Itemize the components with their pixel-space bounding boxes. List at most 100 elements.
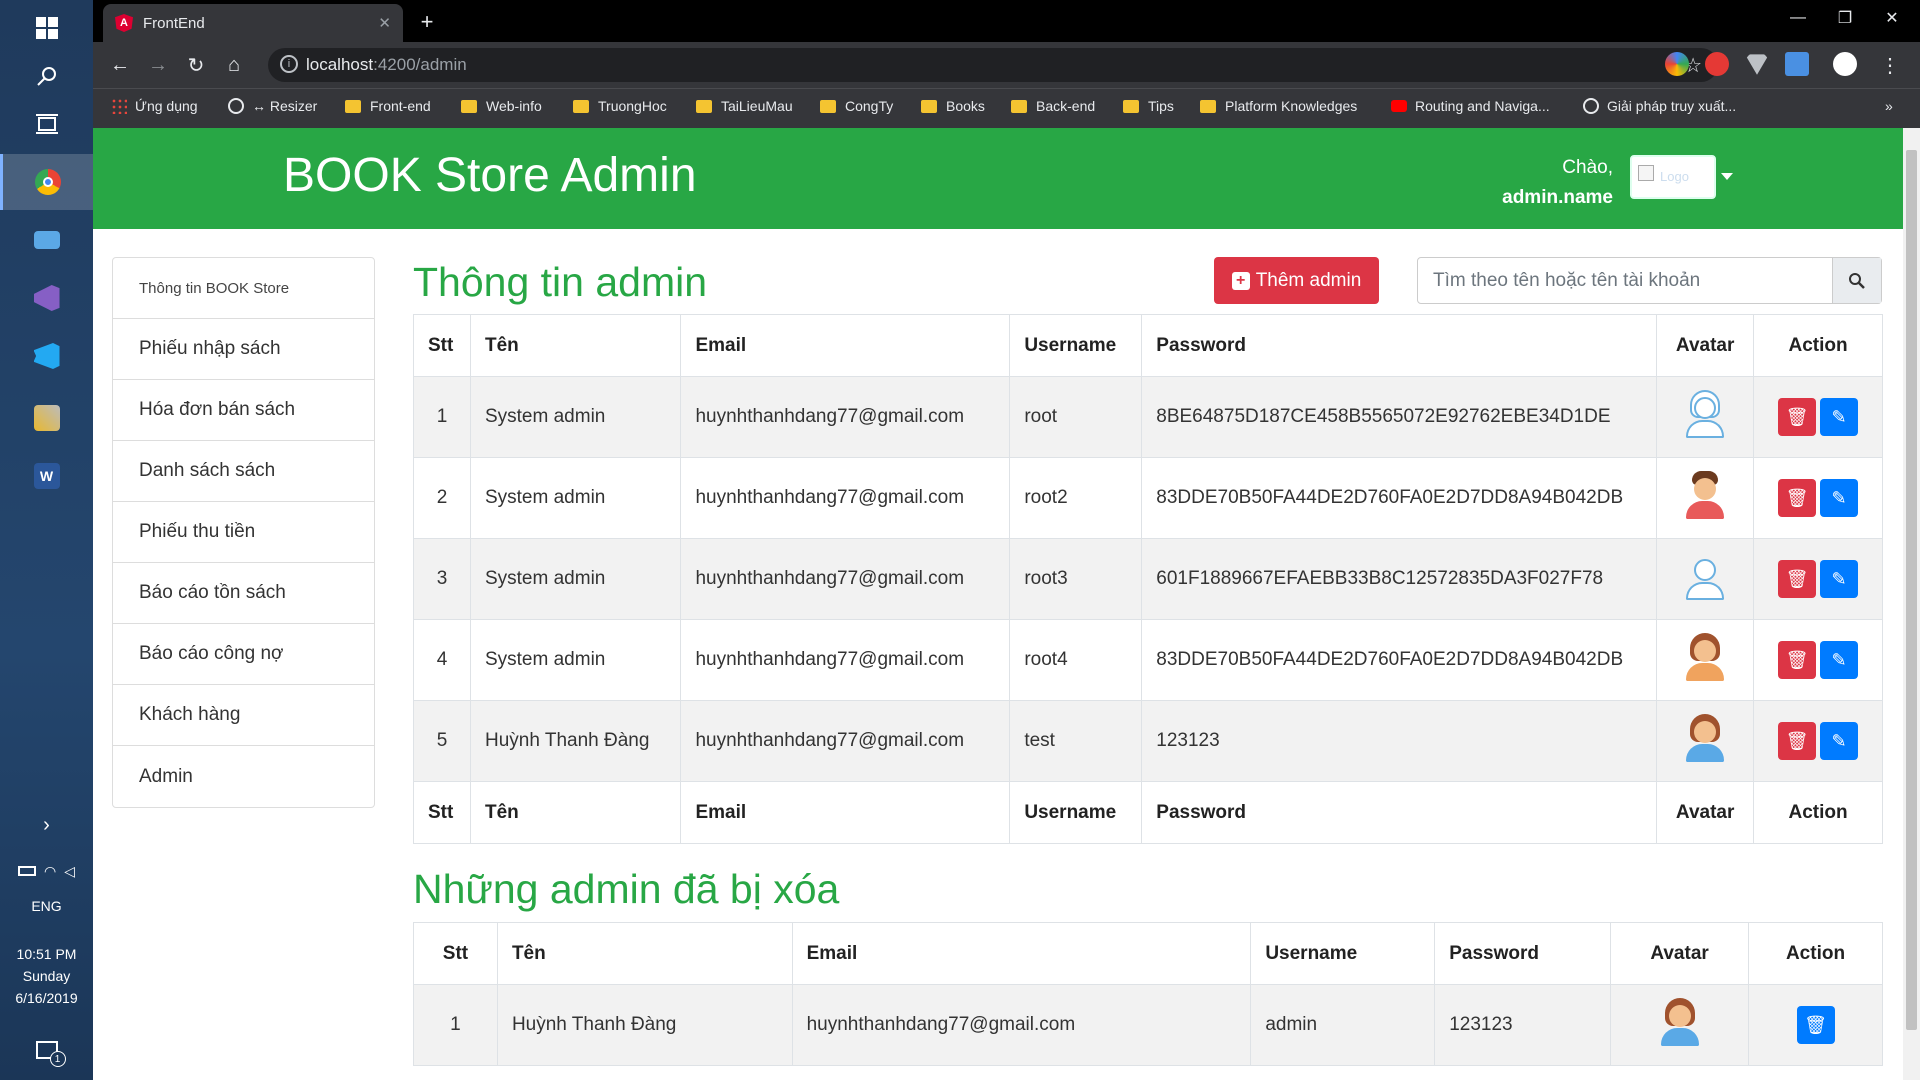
search-input[interactable] — [1418, 258, 1832, 303]
vscode-icon[interactable] — [0, 328, 93, 384]
edit-button[interactable]: ✎ — [1820, 560, 1859, 598]
translate-icon[interactable] — [1785, 52, 1809, 76]
column-header[interactable]: Action — [1748, 922, 1883, 985]
delete-button[interactable]: 🗑 — [1778, 560, 1817, 598]
task-view-icon[interactable] — [0, 96, 93, 152]
folder-icon — [1123, 99, 1139, 113]
sidebar-item-store-info[interactable]: Thông tin BOOK Store — [113, 258, 374, 319]
search-button[interactable] — [1832, 258, 1881, 303]
bookmark-youtube[interactable]: Routing and Naviga... — [1391, 98, 1550, 114]
column-header[interactable]: Password — [1141, 314, 1658, 377]
sidebar-item-import-receipts[interactable]: Phiếu nhập sách — [113, 319, 374, 380]
column-footer: Action — [1753, 781, 1883, 844]
system-tray[interactable]: ◠ ◁ — [0, 856, 93, 886]
sidebar-item-payment-receipts[interactable]: Phiếu thu tiền — [113, 502, 374, 563]
table-row: 1 System admin huynhthanhdang77@gmail.co… — [413, 376, 1883, 458]
column-header[interactable]: Stt — [413, 922, 498, 985]
column-header[interactable]: Action — [1753, 314, 1883, 377]
column-header[interactable]: Avatar — [1610, 922, 1750, 985]
female-brown-hair-avatar-icon — [1684, 633, 1726, 681]
bookmark-folder[interactable]: TaiLieuMau — [696, 98, 793, 114]
female-brown-hair-avatar-icon — [1684, 714, 1726, 762]
page-title: Thông tin admin — [413, 259, 708, 305]
reload-button[interactable]: ↻ — [181, 50, 211, 80]
address-bar[interactable]: i localhost:4200/admin ☆ — [268, 48, 1718, 82]
user-avatar-dropdown[interactable]: Logo — [1630, 155, 1716, 199]
extension-v-icon[interactable] — [1745, 54, 1769, 75]
bookmark-folder[interactable]: Platform Knowledges — [1200, 98, 1357, 114]
chevron-right-icon[interactable]: › — [0, 810, 93, 840]
page-scrollbar[interactable] — [1903, 128, 1920, 1080]
sidebar-item-debt-report[interactable]: Báo cáo công nợ — [113, 624, 374, 685]
sidebar-item-stock-report[interactable]: Báo cáo tồn sách — [113, 563, 374, 624]
bookmark-apps[interactable]: Ứng dụng — [111, 98, 198, 114]
column-header[interactable]: Tên — [469, 314, 682, 377]
bookmark-resizer[interactable]: ↔ Resizer — [228, 98, 317, 114]
edit-button[interactable]: ✎ — [1820, 398, 1859, 436]
brand-title[interactable]: BOOK Store Admin — [283, 148, 697, 203]
back-button[interactable]: ← — [105, 50, 135, 80]
notification-center-icon[interactable]: 1 — [0, 1030, 93, 1070]
folder-icon — [921, 99, 937, 113]
extension-red-icon[interactable] — [1705, 52, 1729, 76]
tools-app-icon[interactable] — [0, 390, 93, 446]
bookmark-folder[interactable]: Tips — [1123, 98, 1174, 114]
bookmark-folder[interactable]: Front-end — [345, 98, 431, 114]
column-header[interactable]: Stt — [413, 314, 471, 377]
restore-button[interactable]: 🗑 — [1796, 1006, 1835, 1044]
delete-button[interactable]: 🗑 — [1778, 722, 1817, 760]
close-window-button[interactable]: ✕ — [1864, 0, 1920, 36]
folder-icon — [345, 99, 361, 113]
bookmark-folder[interactable]: CongTy — [820, 98, 893, 114]
deleted-section-title: Những admin đã bị xóa — [413, 866, 840, 912]
clock-time[interactable]: 10:51 PM — [0, 946, 93, 962]
column-header[interactable]: Tên — [496, 922, 793, 985]
column-header[interactable]: Username — [1250, 922, 1436, 985]
chevron-down-icon[interactable] — [1721, 173, 1733, 180]
column-header[interactable]: Password — [1434, 922, 1612, 985]
word-icon[interactable]: W — [0, 448, 93, 504]
laptop-app-icon[interactable] — [0, 212, 93, 268]
table-row: 4 System admin huynhthanhdang77@gmail.co… — [413, 619, 1883, 701]
forward-button[interactable]: → — [143, 50, 173, 80]
sidebar-item-customers[interactable]: Khách hàng — [113, 685, 374, 746]
edit-button[interactable]: ✎ — [1820, 641, 1859, 679]
male-outline-avatar-icon — [1684, 552, 1726, 600]
delete-button[interactable]: 🗑 — [1778, 641, 1817, 679]
sidebar-item-book-list[interactable]: Danh sách sách — [113, 441, 374, 502]
language-indicator[interactable]: ENG — [0, 898, 93, 914]
new-tab-button[interactable]: + — [413, 8, 441, 36]
cell-email: huynhthanhdang77@gmail.com — [680, 619, 1011, 701]
column-header[interactable]: Email — [791, 922, 1252, 985]
browser-tab[interactable]: A FrontEnd ✕ — [103, 4, 403, 42]
close-tab-icon[interactable]: ✕ — [378, 14, 391, 32]
column-header[interactable]: Email — [680, 314, 1011, 377]
delete-button[interactable]: 🗑 — [1778, 479, 1817, 517]
bookmark-folder[interactable]: Books — [921, 98, 985, 114]
bookmark-globe[interactable]: Giải pháp truy xuất... — [1583, 98, 1736, 114]
visual-studio-icon[interactable] — [0, 270, 93, 326]
bookmark-folder[interactable]: Web-info — [461, 98, 542, 114]
profile-avatar-icon[interactable] — [1833, 52, 1857, 76]
menu-kebab-icon[interactable]: ⋮ — [1875, 50, 1905, 80]
site-info-icon[interactable]: i — [280, 55, 298, 73]
page-viewport: BOOK Store Admin Chào, admin.name Logo T… — [93, 128, 1920, 1080]
scrollbar-thumb[interactable] — [1906, 150, 1917, 1030]
cell-password: 123123 — [1434, 984, 1612, 1066]
column-footer: Tên — [469, 781, 682, 844]
extension-color-icon[interactable] — [1665, 52, 1689, 76]
sidebar-item-admin[interactable]: Admin — [113, 746, 374, 807]
chrome-taskbar-icon[interactable] — [0, 154, 93, 210]
add-admin-button[interactable]: + Thêm admin — [1214, 257, 1379, 304]
column-header[interactable]: Username — [1009, 314, 1143, 377]
column-header[interactable]: Avatar — [1656, 314, 1755, 377]
more-bookmarks-button[interactable]: » — [1885, 98, 1893, 114]
edit-button[interactable]: ✎ — [1820, 479, 1859, 517]
edit-button[interactable]: ✎ — [1820, 722, 1859, 760]
bookmark-folder[interactable]: Back-end — [1011, 98, 1095, 114]
home-button[interactable]: ⌂ — [219, 50, 249, 80]
tab-strip: A FrontEnd ✕ + — ❐ ✕ — [93, 0, 1920, 42]
bookmark-folder[interactable]: TruongHoc — [573, 98, 667, 114]
sidebar-item-sales-invoices[interactable]: Hóa đơn bán sách — [113, 380, 374, 441]
delete-button[interactable]: 🗑 — [1778, 398, 1817, 436]
